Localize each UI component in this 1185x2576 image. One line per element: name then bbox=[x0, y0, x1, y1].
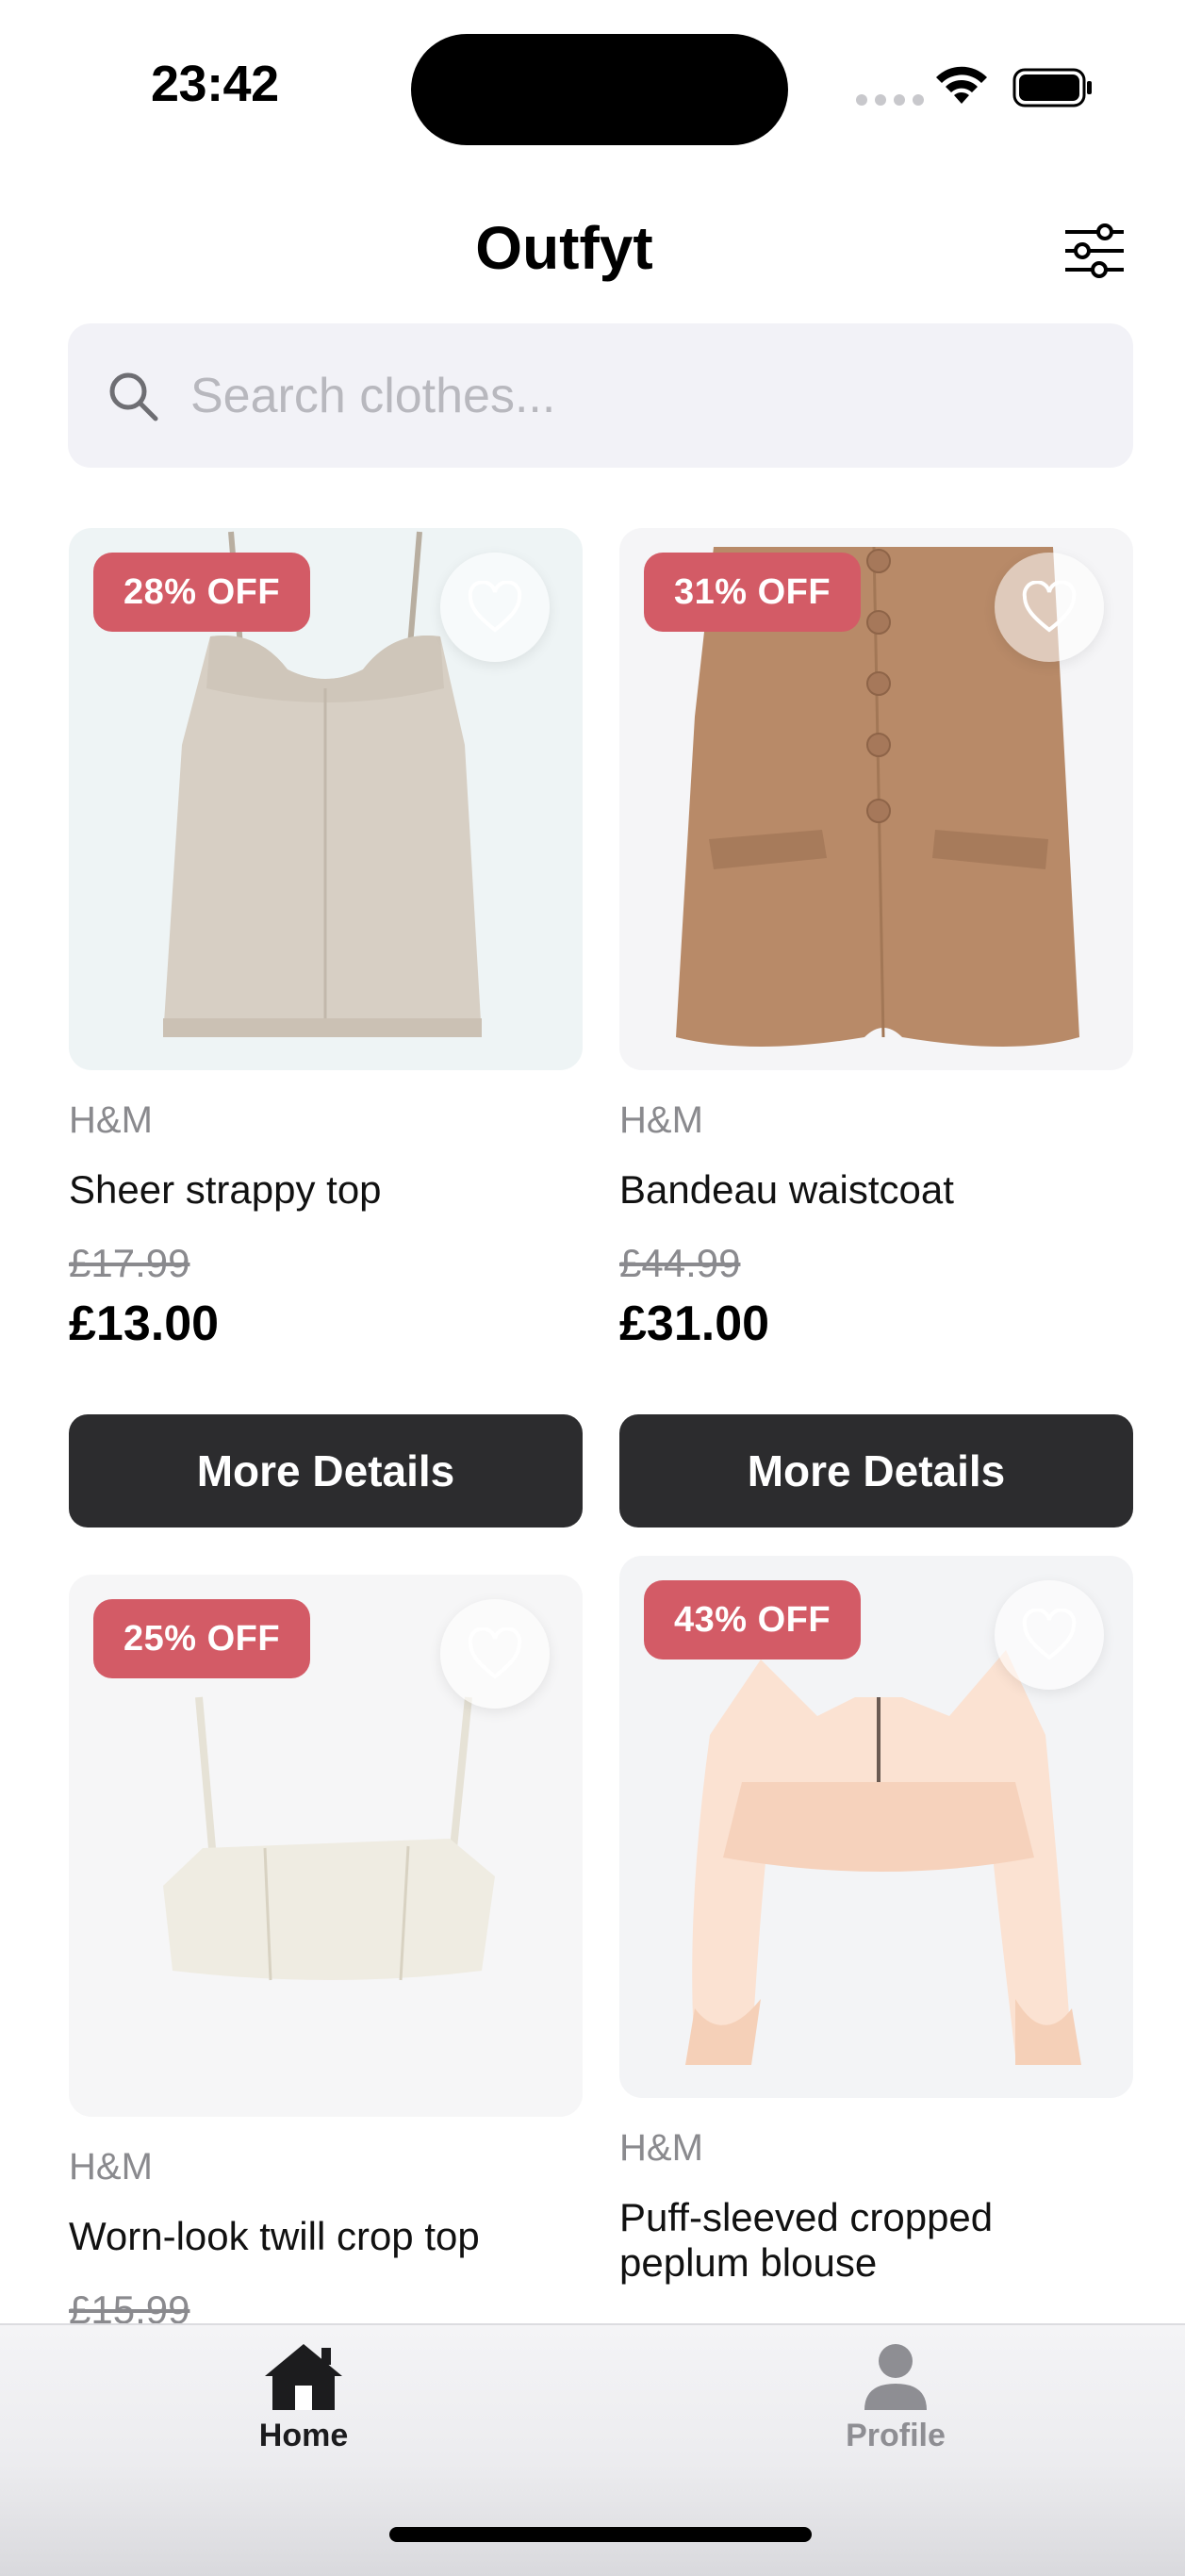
search-bar bbox=[68, 323, 1133, 468]
wifi-icon bbox=[936, 66, 987, 104]
discount-badge: 25% OFF bbox=[93, 1599, 311, 1678]
product-card[interactable]: 28% OFF H&M Sheer strappy top £17.99 £13… bbox=[69, 528, 583, 1527]
discount-badge: 31% OFF bbox=[644, 553, 862, 632]
product-brand: H&M bbox=[69, 2146, 153, 2188]
product-brand: H&M bbox=[619, 2127, 703, 2169]
app-title: Outfyt bbox=[475, 214, 653, 282]
tab-home[interactable]: Home bbox=[209, 2338, 398, 2454]
product-image[interactable]: 28% OFF bbox=[69, 528, 583, 1070]
home-indicator bbox=[389, 2527, 812, 2542]
discount-badge: 28% OFF bbox=[93, 553, 311, 632]
discount-badge: 43% OFF bbox=[644, 1580, 862, 1660]
original-price: £44.99 bbox=[619, 1241, 741, 1285]
sale-price: £13.00 bbox=[69, 1296, 220, 1351]
product-card[interactable]: 43% OFF H&M Puff-sleeved cropped peplum … bbox=[619, 1556, 1133, 2323]
product-image[interactable]: 25% OFF bbox=[69, 1575, 583, 2117]
tab-home-label: Home bbox=[258, 2418, 349, 2453]
sliders-icon[interactable] bbox=[1062, 223, 1127, 279]
product-brand: H&M bbox=[619, 1099, 703, 1141]
product-name: Puff-sleeved cropped peplum blouse bbox=[619, 2195, 994, 2285]
heart-icon bbox=[468, 1627, 522, 1679]
sale-price: £31.00 bbox=[619, 1296, 770, 1351]
status-bar: 23:42 bbox=[0, 0, 1185, 160]
dynamic-island bbox=[411, 34, 788, 145]
heart-icon bbox=[1022, 1609, 1077, 1660]
home-icon bbox=[265, 2344, 342, 2410]
tab-profile[interactable]: Profile bbox=[801, 2338, 990, 2454]
search-icon bbox=[109, 372, 158, 421]
more-details-button[interactable]: More Details bbox=[69, 1414, 583, 1527]
battery-icon bbox=[1012, 68, 1092, 107]
product-name: Worn-look twill crop top bbox=[69, 2214, 480, 2258]
more-details-button[interactable]: More Details bbox=[619, 1414, 1133, 1527]
original-price: £15.99 bbox=[69, 2287, 190, 2323]
status-time: 23:42 bbox=[151, 56, 279, 112]
favorite-button[interactable] bbox=[995, 553, 1104, 662]
product-card[interactable]: 31% OFF H&M Bandeau waistcoat £44.99 £31… bbox=[619, 528, 1133, 1527]
heart-icon bbox=[468, 581, 522, 633]
tab-profile-label: Profile bbox=[846, 2418, 946, 2453]
product-image[interactable]: 43% OFF bbox=[619, 1556, 1133, 2098]
product-name: Sheer strappy top bbox=[69, 1167, 382, 1212]
favorite-button[interactable] bbox=[995, 1580, 1104, 1690]
product-image[interactable]: 31% OFF bbox=[619, 528, 1133, 1070]
cellular-signal-icon bbox=[856, 94, 924, 106]
favorite-button[interactable] bbox=[440, 553, 550, 662]
search-input[interactable] bbox=[190, 323, 1095, 468]
product-name: Bandeau waistcoat bbox=[619, 1167, 954, 1212]
heart-icon bbox=[1022, 581, 1077, 633]
original-price: £17.99 bbox=[69, 1241, 190, 1285]
person-icon bbox=[864, 2344, 927, 2410]
product-card[interactable]: 25% OFF H&M Worn-look twill crop top £15… bbox=[69, 1575, 583, 2323]
product-brand: H&M bbox=[69, 1099, 153, 1141]
favorite-button[interactable] bbox=[440, 1599, 550, 1709]
